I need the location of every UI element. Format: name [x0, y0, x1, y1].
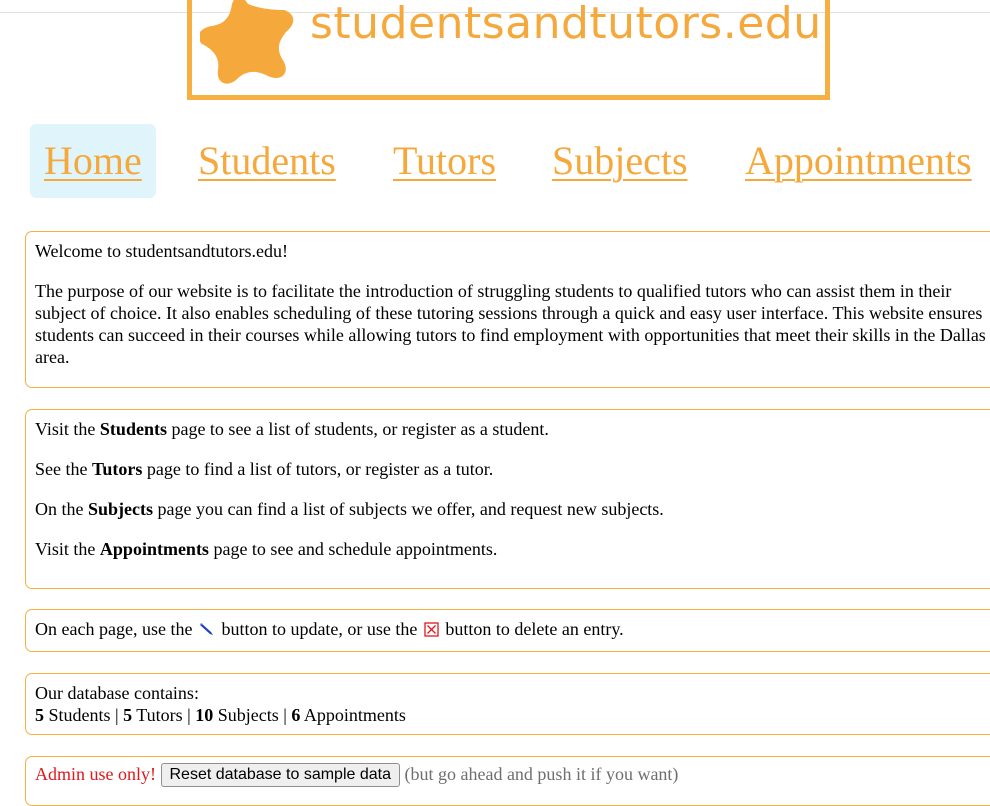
- admin-panel: Admin use only! Reset database to sample…: [25, 756, 990, 806]
- tutors-count: 5: [123, 705, 133, 725]
- tutors-page-name: Tutors: [91, 459, 143, 479]
- welcome-panel: Welcome to studentsandtutors.edu! The pu…: [25, 231, 990, 388]
- star-blob-icon: [200, 0, 294, 84]
- appointments-page-name: Appointments: [99, 539, 209, 559]
- tutors-info: See the Tutors page to find a list of tu…: [35, 459, 494, 479]
- logo-text: studentsandtutors.edu: [310, 0, 822, 49]
- nav-tutors[interactable]: Tutors: [393, 124, 496, 198]
- database-counts: 5 Students | 5 Tutors | 10 Subjects | 6 …: [35, 705, 406, 725]
- main-nav: Home Students Tutors Subjects Appointmen…: [0, 124, 990, 198]
- pages-info-panel: Visit the Students page to see a list of…: [25, 409, 990, 589]
- database-stats-panel: Our database contains: 5 Students | 5 Tu…: [25, 673, 990, 735]
- subjects-page-name: Subjects: [88, 499, 154, 519]
- buttons-info-panel: On each page, use the button to update, …: [25, 609, 990, 652]
- x-box-icon: [424, 622, 439, 637]
- welcome-heading: Welcome to studentsandtutors.edu!: [35, 241, 288, 261]
- buttons-info-text: On each page, use the button to update, …: [35, 619, 624, 639]
- nav-home[interactable]: Home: [30, 124, 156, 198]
- students-page-name: Students: [99, 419, 167, 439]
- subjects-info: On the Subjects page you can find a list…: [35, 499, 664, 519]
- students-count: 5: [35, 705, 44, 725]
- reset-database-button[interactable]: Reset database to sample data: [160, 763, 400, 787]
- nav-subjects[interactable]: Subjects: [552, 124, 688, 198]
- subjects-count: 10: [195, 705, 214, 725]
- pencil-icon: [199, 623, 213, 635]
- students-info: Visit the Students page to see a list of…: [35, 419, 549, 439]
- welcome-body: The purpose of our website is to facilit…: [35, 281, 986, 367]
- admin-label: Admin use only!: [35, 764, 156, 784]
- admin-note: (but go ahead and push it if you want): [404, 764, 679, 784]
- database-intro: Our database contains:: [35, 683, 199, 703]
- appointments-info: Visit the Appointments page to see and s…: [35, 539, 498, 559]
- nav-appointments[interactable]: Appointments: [745, 124, 972, 198]
- site-logo[interactable]: studentsandtutors.edu: [187, 0, 830, 100]
- nav-students[interactable]: Students: [198, 124, 336, 198]
